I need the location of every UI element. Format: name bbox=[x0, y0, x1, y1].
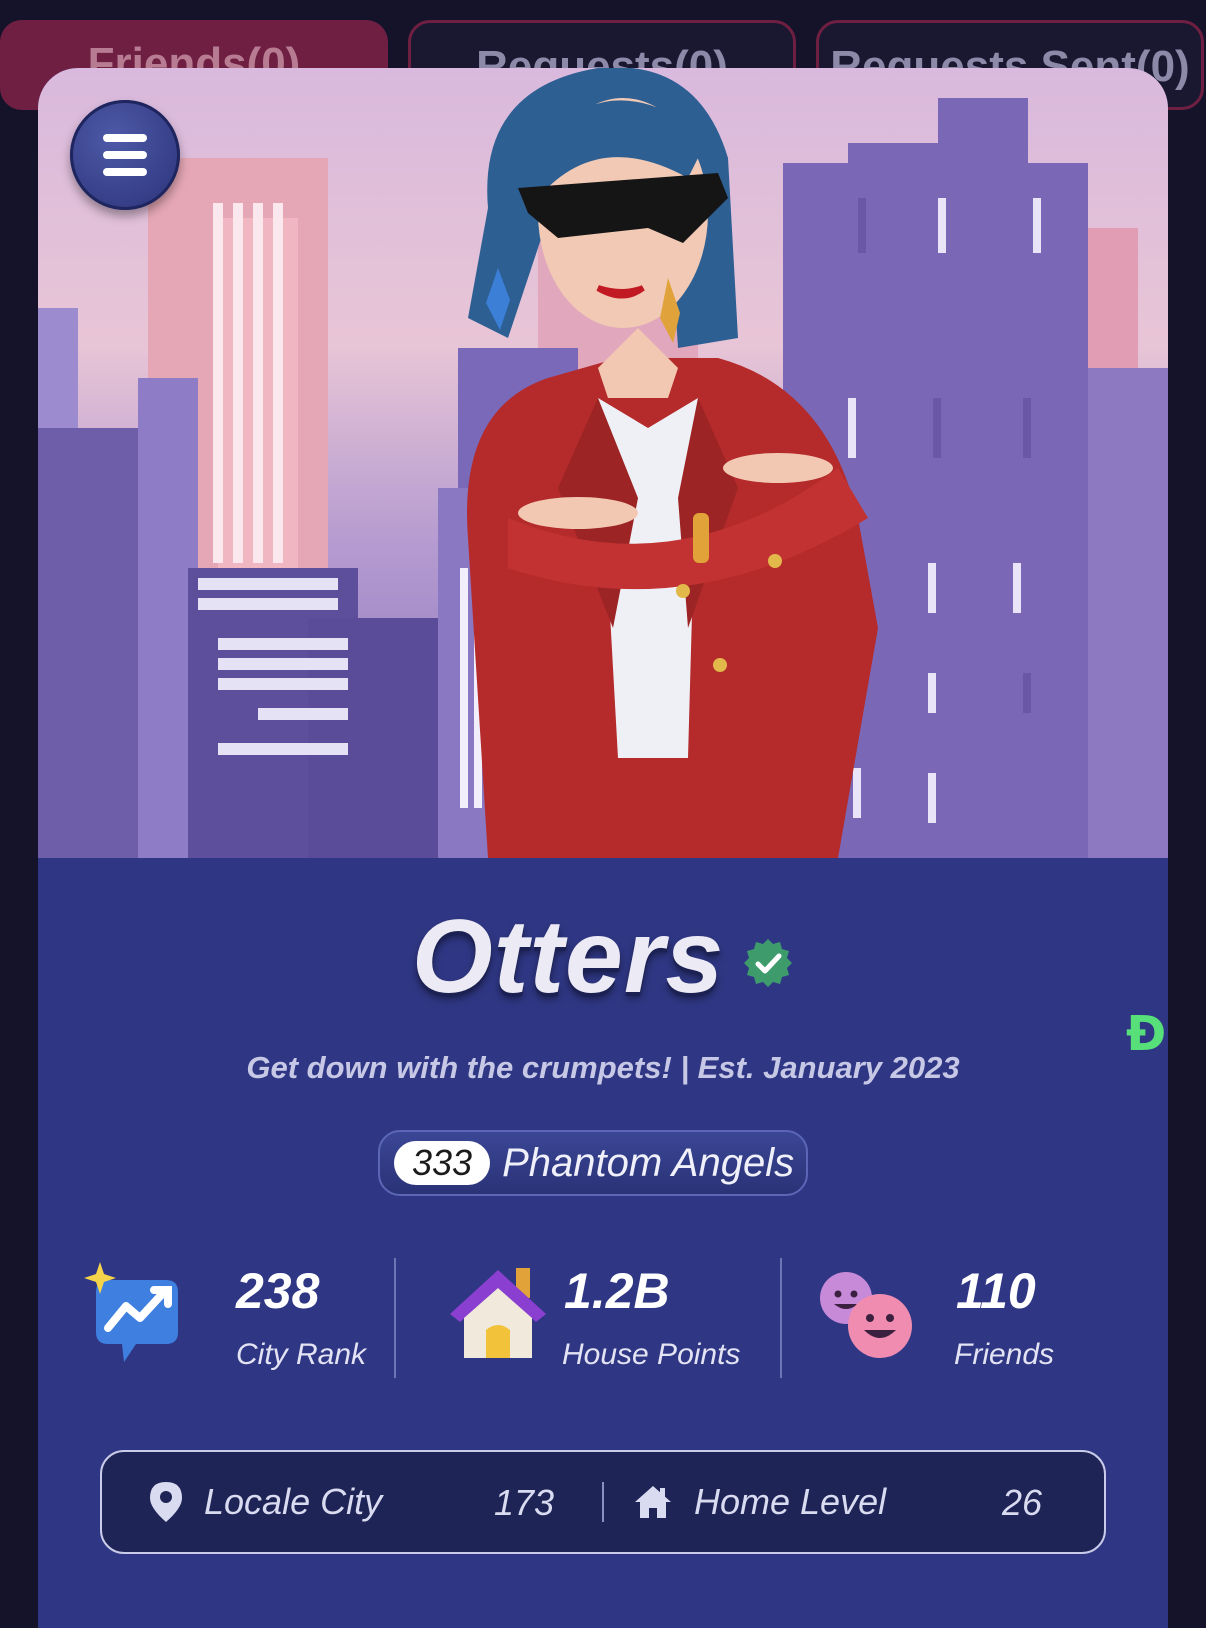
locale-city-label: Locale City bbox=[204, 1481, 383, 1522]
home-icon bbox=[635, 1486, 671, 1518]
details-separator bbox=[602, 1482, 604, 1522]
home-level-item[interactable]: Home Level bbox=[634, 1452, 886, 1552]
friends-icon bbox=[820, 1272, 912, 1358]
profile-motto: Get down with the crumpets! | Est. Janua… bbox=[246, 1050, 960, 1085]
overlay-glyph: Đ bbox=[1126, 1006, 1167, 1062]
stat-divider bbox=[780, 1258, 782, 1378]
menu-icon-bar-1 bbox=[103, 134, 147, 142]
locale-city-value: 173 bbox=[494, 1482, 555, 1523]
menu-button[interactable] bbox=[70, 100, 180, 210]
city-rank-icon bbox=[84, 1262, 178, 1362]
location-pin-icon bbox=[150, 1482, 182, 1522]
house-points-label: House Points bbox=[562, 1338, 741, 1371]
friends-label: Friends bbox=[954, 1338, 1055, 1371]
house-points-value: 1.2B bbox=[564, 1263, 670, 1319]
stat-friends: 110 Friends bbox=[816, 1258, 1136, 1388]
club-member-count: 333 bbox=[394, 1141, 491, 1185]
city-skyline-illustration bbox=[38, 68, 1168, 858]
stat-city-rank: 238 City Rank bbox=[84, 1258, 384, 1388]
profile-info: Otters Get down with the crumpets! | Est… bbox=[38, 858, 1168, 1628]
club-name: Phantom Angels bbox=[502, 1140, 795, 1185]
city-rank-value: 238 bbox=[236, 1263, 320, 1319]
name-row: Otters bbox=[38, 898, 1168, 1017]
menu-icon-bar-3 bbox=[103, 168, 147, 176]
club-pill[interactable]: 333 Phantom Angels bbox=[378, 1130, 808, 1196]
home-level-value: 26 bbox=[1002, 1482, 1043, 1523]
stat-divider bbox=[394, 1258, 396, 1378]
stats-row: 238 City Rank 1.2B House Points 110 Frie… bbox=[38, 1258, 1168, 1388]
menu-icon-bar-2 bbox=[103, 151, 147, 159]
profile-card: Otters Get down with the crumpets! | Est… bbox=[38, 68, 1168, 1628]
city-rank-label: City Rank bbox=[236, 1338, 367, 1371]
verified-icon bbox=[744, 938, 793, 987]
profile-name: Otters bbox=[411, 899, 725, 1015]
profile-details: Locale City 173 Home Level 26 bbox=[100, 1450, 1106, 1554]
stat-house-points: 1.2B House Points bbox=[446, 1258, 786, 1388]
home-level-label: Home Level bbox=[694, 1481, 887, 1522]
house-icon bbox=[450, 1268, 546, 1358]
locale-city-item[interactable]: Locale City bbox=[150, 1452, 382, 1552]
profile-hero bbox=[38, 68, 1168, 858]
friends-value: 110 bbox=[956, 1263, 1036, 1319]
